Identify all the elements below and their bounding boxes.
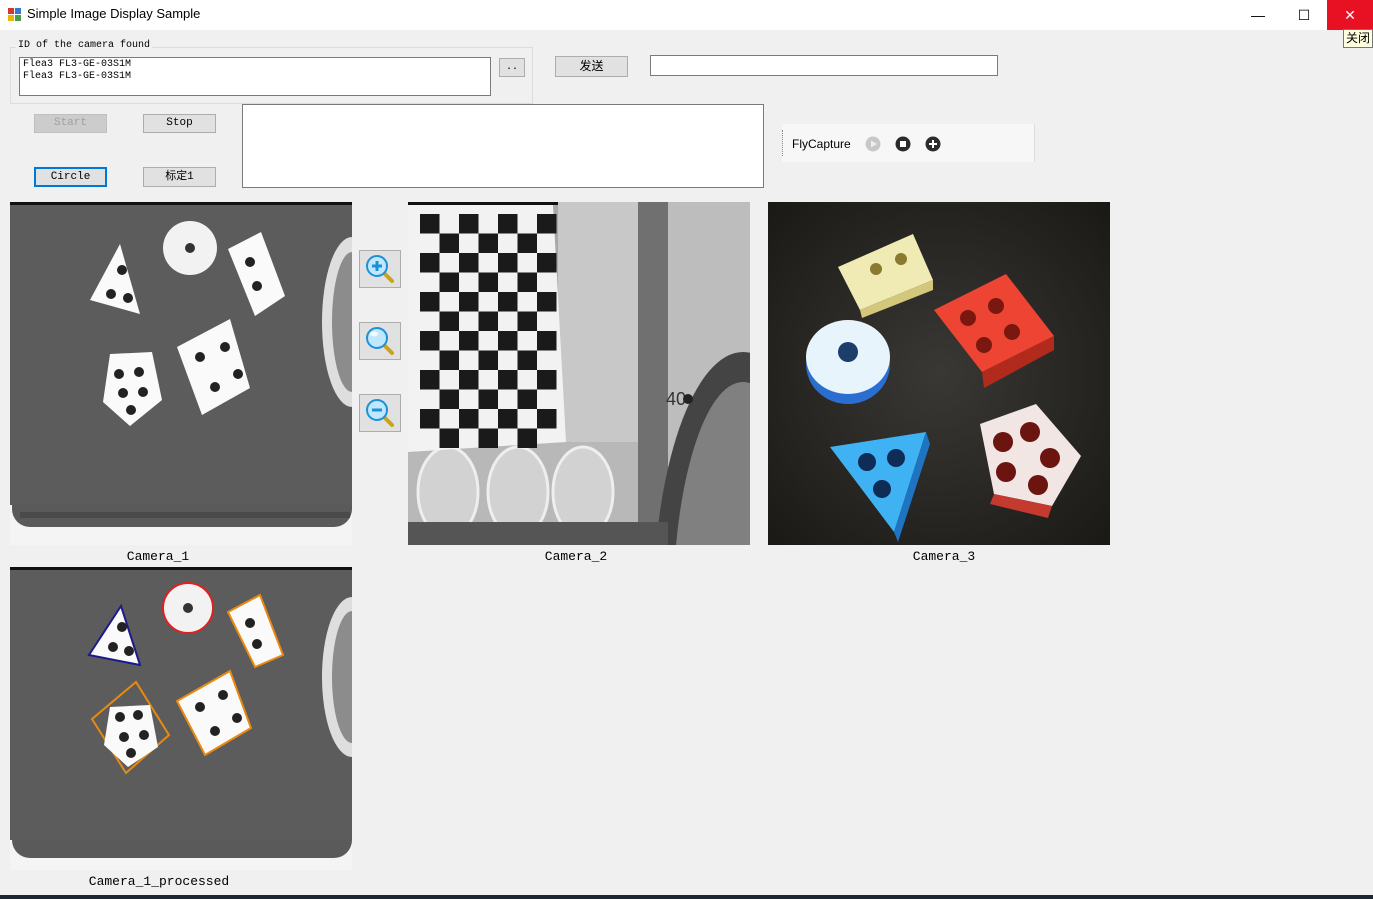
camera-list-item[interactable]: Flea3 FL3-GE-03S1M <box>23 59 487 71</box>
checker-square <box>439 311 459 331</box>
title-bar <box>0 0 1373 30</box>
flycapture-toolbar: FlyCapture <box>782 124 1035 162</box>
checker-square <box>420 370 440 390</box>
checker-square <box>459 292 479 312</box>
camera-3-label: Camera_3 <box>912 549 976 564</box>
checker-square <box>439 428 459 448</box>
camera-1-processed-label: Camera_1_processed <box>88 874 230 889</box>
checker-square <box>537 331 557 351</box>
stop-button[interactable]: Stop <box>143 114 216 133</box>
camera-3-image <box>768 202 1110 545</box>
camera-2-image: 40 <box>408 202 750 545</box>
checker-square <box>498 331 518 351</box>
maximize-button[interactable]: ☐ <box>1281 0 1327 30</box>
checker-square <box>459 331 479 351</box>
checker-square <box>537 214 557 234</box>
checker-square <box>517 428 537 448</box>
checker-square <box>537 292 557 312</box>
checker-square <box>478 389 498 409</box>
checker-square <box>498 370 518 390</box>
checker-square <box>537 370 557 390</box>
browse-button[interactable]: .. <box>499 58 525 77</box>
toolbar-grip[interactable] <box>782 130 783 156</box>
close-tooltip: 关闭 <box>1343 29 1373 48</box>
window-title: Simple Image Display Sample <box>27 6 201 21</box>
checker-square <box>498 214 518 234</box>
checker-square <box>459 409 479 429</box>
camera-1-processed-image <box>10 567 352 870</box>
checker-square <box>420 409 440 429</box>
circle-button[interactable]: Circle <box>34 167 107 187</box>
checker-square <box>478 272 498 292</box>
zoom-in-icon <box>366 255 394 283</box>
checker-square <box>478 350 498 370</box>
checker-square <box>478 233 498 253</box>
checker-square <box>420 214 440 234</box>
app-icon <box>8 8 21 21</box>
checker-square <box>439 233 459 253</box>
checker-square <box>498 409 518 429</box>
checker-square <box>420 292 440 312</box>
start-button[interactable]: Start <box>34 114 107 133</box>
checker-square <box>439 350 459 370</box>
play-icon[interactable] <box>865 136 881 152</box>
zoom-in-button[interactable] <box>359 250 401 288</box>
checker-square <box>459 214 479 234</box>
checker-square <box>498 253 518 273</box>
checker-square <box>478 311 498 331</box>
checker-square <box>439 389 459 409</box>
checker-square <box>537 253 557 273</box>
checker-square <box>517 350 537 370</box>
checker-square <box>517 311 537 331</box>
checker-square <box>420 331 440 351</box>
add-icon[interactable] <box>925 136 941 152</box>
zoom-out-icon <box>366 399 394 427</box>
flycapture-label: FlyCapture <box>792 137 851 151</box>
zoom-out-button[interactable] <box>359 394 401 432</box>
zoom-fit-button[interactable] <box>359 322 401 360</box>
calibrate-button[interactable]: 标定1 <box>143 167 216 187</box>
camera-2-label: Camera_2 <box>544 549 608 564</box>
zoom-fit-icon <box>366 327 394 355</box>
checker-square <box>517 389 537 409</box>
log-textbox[interactable] <box>242 104 764 188</box>
checker-square <box>439 272 459 292</box>
checker-square <box>517 233 537 253</box>
minimize-button[interactable]: — <box>1235 0 1281 30</box>
checker-square <box>478 428 498 448</box>
checker-square <box>537 409 557 429</box>
stop-icon[interactable] <box>895 136 911 152</box>
checker-square <box>459 370 479 390</box>
camera-group-label: ID of the camera found <box>16 40 153 51</box>
checker-square <box>498 292 518 312</box>
send-input[interactable] <box>650 55 998 76</box>
camera-1-image <box>10 202 352 545</box>
send-button[interactable]: 发送 <box>555 56 628 77</box>
camera-1-label: Camera_1 <box>126 549 190 564</box>
taskbar-edge <box>0 895 1373 899</box>
camera-list-item[interactable]: Flea3 FL3-GE-03S1M <box>23 71 487 83</box>
checker-square <box>420 253 440 273</box>
checker-square <box>517 272 537 292</box>
camera-list[interactable]: Flea3 FL3-GE-03S1M Flea3 FL3-GE-03S1M <box>19 57 491 96</box>
close-button[interactable]: ✕ <box>1327 0 1373 30</box>
checker-square <box>459 253 479 273</box>
